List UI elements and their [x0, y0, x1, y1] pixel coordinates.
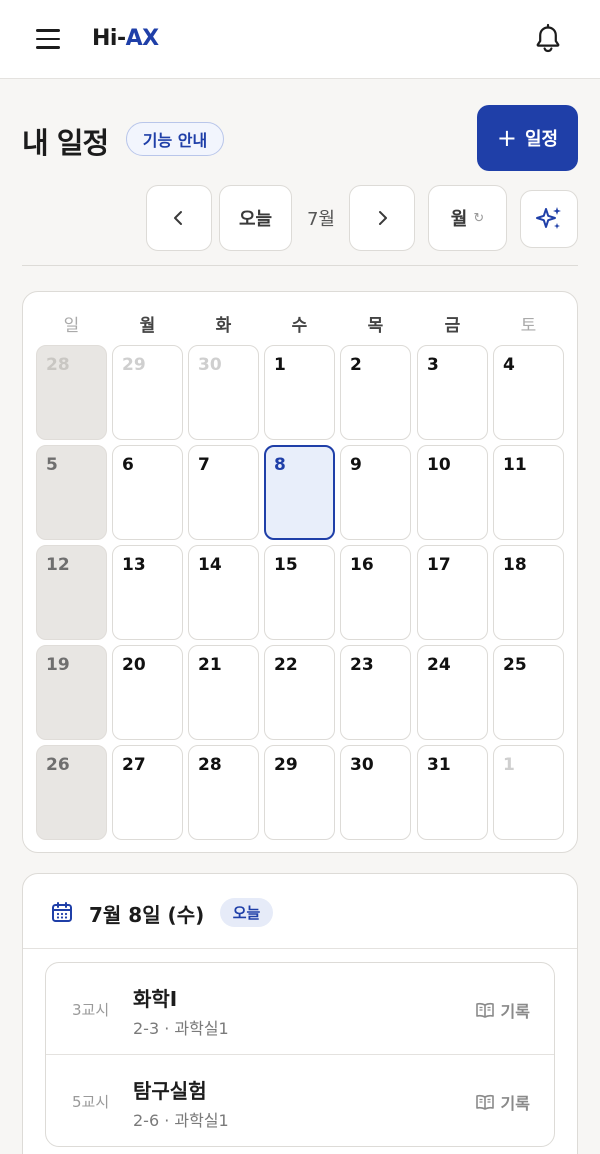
chevron-left-icon	[174, 211, 182, 225]
calendar-day[interactable]: 5	[36, 445, 107, 540]
class-item[interactable]: 3교시 화학Ⅰ 2-3 · 과학실1 기록	[46, 963, 554, 1055]
feature-guide-button[interactable]: 기능 안내	[126, 122, 224, 156]
calendar-day[interactable]: 30	[340, 745, 411, 840]
ai-sparkle-button[interactable]	[520, 190, 578, 248]
header-divider	[22, 265, 578, 266]
today-badge: 오늘	[220, 898, 273, 927]
calendar-day[interactable]: 26	[36, 745, 107, 840]
class-place: 2-6 · 과학실1	[133, 1111, 229, 1130]
view-mode-button[interactable]: 월 ↻	[428, 185, 507, 251]
weekday-mon: 월	[139, 316, 156, 336]
calendar-day[interactable]: 14	[188, 545, 259, 640]
calendar-day-today[interactable]: 8	[264, 445, 335, 540]
calendar-day[interactable]: 11	[493, 445, 564, 540]
calendar-day[interactable]: 13	[112, 545, 183, 640]
class-place: 2-3 · 과학실1	[133, 1019, 229, 1038]
calendar-day[interactable]: 3	[417, 345, 488, 440]
calendar-day[interactable]: 17	[417, 545, 488, 640]
calendar-day-other-month[interactable]: 28	[36, 345, 107, 440]
today-button[interactable]: 오늘	[219, 185, 292, 251]
current-month-label: 7월	[306, 209, 335, 230]
add-schedule-button[interactable]: + 일정	[477, 105, 578, 171]
plus-icon: +	[496, 124, 517, 152]
notification-bell-icon[interactable]	[531, 22, 565, 56]
chevron-right-icon	[379, 211, 387, 225]
calendar-day[interactable]: 10	[417, 445, 488, 540]
calendar-day[interactable]: 20	[112, 645, 183, 740]
calendar-day[interactable]: 28	[188, 745, 259, 840]
top-bar: Hi-AX	[0, 0, 600, 79]
record-button[interactable]: 기록	[475, 1090, 530, 1114]
calendar-day[interactable]: 19	[36, 645, 107, 740]
record-label: 기록	[500, 1002, 530, 1021]
calendar-day[interactable]: 31	[417, 745, 488, 840]
weekday-fri: 금	[444, 316, 461, 336]
view-mode-label: 월	[450, 209, 468, 230]
calendar-day[interactable]: 15	[264, 545, 335, 640]
add-schedule-label: 일정	[524, 129, 559, 150]
record-label: 기록	[500, 1094, 530, 1113]
calendar-day[interactable]: 12	[36, 545, 107, 640]
page-title: 내 일정	[22, 126, 109, 160]
class-period: 3교시	[72, 1001, 110, 1019]
refresh-icon: ↻	[473, 210, 485, 226]
class-list: 3교시 화학Ⅰ 2-3 · 과학실1 기록 5교시 탐구실험 2-6 · 과학실…	[45, 962, 555, 1147]
schedule-header: 7월 8일 (수) 오늘	[23, 874, 577, 949]
book-icon	[475, 1002, 494, 1018]
calendar-day[interactable]: 2	[340, 345, 411, 440]
calendar-day[interactable]: 22	[264, 645, 335, 740]
calendar-day[interactable]: 18	[493, 545, 564, 640]
class-subject: 탐구실험	[133, 1079, 207, 1103]
calendar-day-other-month[interactable]: 1	[493, 745, 564, 840]
weekday-sat: 토	[520, 316, 537, 336]
calendar-day[interactable]: 27	[112, 745, 183, 840]
calendar-day[interactable]: 24	[417, 645, 488, 740]
calendar-day[interactable]: 16	[340, 545, 411, 640]
app-logo[interactable]: Hi-AX	[92, 26, 159, 51]
calendar-day[interactable]: 4	[493, 345, 564, 440]
next-month-button[interactable]	[349, 185, 415, 251]
calendar-day[interactable]: 21	[188, 645, 259, 740]
month-calendar: 일 월 화 수 목 금 토 28 29 30 1 2 3 4 5 6 7 8 9 10 11 12 13 14 1…	[22, 291, 578, 853]
calendar-icon	[52, 902, 72, 922]
calendar-day-other-month[interactable]: 29	[112, 345, 183, 440]
schedule-date: 7월 8일 (수)	[89, 903, 205, 927]
daily-schedule-panel: 7월 8일 (수) 오늘 3교시 화학Ⅰ 2-3 · 과학실1 기록 5교시 탐…	[22, 873, 578, 1154]
calendar-day[interactable]: 9	[340, 445, 411, 540]
weekday-wed: 수	[291, 316, 308, 336]
hamburger-menu-icon[interactable]	[36, 29, 60, 49]
calendar-day[interactable]: 7	[188, 445, 259, 540]
calendar-day[interactable]: 29	[264, 745, 335, 840]
weekday-tue: 화	[215, 316, 232, 336]
calendar-day[interactable]: 1	[264, 345, 335, 440]
weekday-thu: 목	[367, 316, 384, 336]
weekday-sun: 일	[63, 316, 80, 336]
calendar-day[interactable]: 25	[493, 645, 564, 740]
logo-suffix: AX	[125, 26, 160, 51]
class-period: 5교시	[72, 1093, 110, 1111]
class-item[interactable]: 5교시 탐구실험 2-6 · 과학실1 기록	[46, 1055, 554, 1146]
logo-prefix: Hi-	[92, 26, 126, 51]
record-button[interactable]: 기록	[475, 998, 530, 1022]
class-subject: 화학Ⅰ	[133, 987, 178, 1011]
prev-month-button[interactable]	[146, 185, 212, 251]
book-icon	[475, 1094, 494, 1110]
calendar-day[interactable]: 6	[112, 445, 183, 540]
calendar-day[interactable]: 23	[340, 645, 411, 740]
sparkle-icon	[536, 207, 561, 229]
calendar-day-other-month[interactable]: 30	[188, 345, 259, 440]
